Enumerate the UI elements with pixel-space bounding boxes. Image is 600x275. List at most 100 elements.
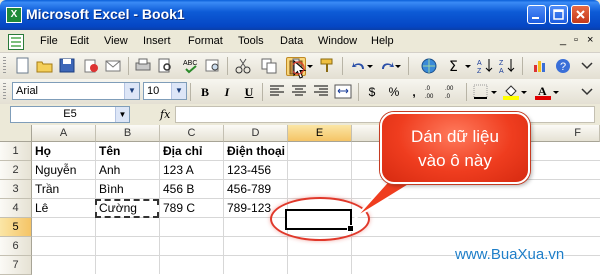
save-icon[interactable] <box>58 57 76 74</box>
workbook-icon[interactable] <box>8 34 24 50</box>
name-box[interactable]: E5 ▼ <box>10 106 130 123</box>
svg-text:?: ? <box>560 61 566 73</box>
cell-c3[interactable]: 456 B <box>161 180 194 199</box>
paste-options-arrow-icon[interactable] <box>306 57 314 74</box>
toolbar-grip[interactable] <box>3 83 6 101</box>
row-header-4[interactable]: 4 <box>0 199 32 218</box>
chevron-down-icon[interactable]: ▼ <box>171 83 186 99</box>
sort-descending-icon[interactable]: ZA <box>498 57 516 74</box>
spelling-icon[interactable]: ABC <box>182 57 200 74</box>
redo-dropdown-icon[interactable] <box>394 57 402 74</box>
help-icon[interactable]: ? <box>554 57 572 74</box>
undo-dropdown-icon[interactable] <box>366 57 374 74</box>
decrease-decimal-icon[interactable]: .00.0 <box>444 83 462 100</box>
align-right-icon[interactable] <box>312 83 330 100</box>
cell-d1[interactable]: Điện thoại <box>225 142 285 161</box>
cell-a1[interactable]: Họ <box>33 142 51 161</box>
column-header-c[interactable]: C <box>160 125 224 142</box>
excel-app-icon[interactable]: X <box>6 7 22 23</box>
email-icon[interactable] <box>104 57 122 74</box>
permission-icon[interactable] <box>82 57 100 74</box>
chart-wizard-icon[interactable] <box>532 57 550 74</box>
cell-c2[interactable]: 123 A <box>161 161 194 180</box>
row-header-1[interactable]: 1 <box>0 142 32 161</box>
cut-icon[interactable] <box>234 57 252 74</box>
hyperlink-icon[interactable] <box>420 57 438 74</box>
maximize-button[interactable] <box>549 5 568 24</box>
row-header-3[interactable]: 3 <box>0 180 32 199</box>
cell-b3[interactable]: Bình <box>97 180 124 199</box>
italic-button[interactable]: I <box>217 83 237 101</box>
select-all-corner[interactable] <box>0 125 32 142</box>
fill-color-icon[interactable] <box>502 83 520 100</box>
print-preview-icon[interactable] <box>156 57 174 74</box>
menu-insert[interactable]: Insert <box>143 35 171 47</box>
insert-function-icon[interactable]: fx <box>160 108 170 121</box>
cell-a4[interactable]: Lê <box>33 199 48 218</box>
menu-edit[interactable]: Edit <box>70 35 89 47</box>
cell-d3[interactable]: 456-789 <box>225 180 271 199</box>
research-icon[interactable] <box>204 57 222 74</box>
new-icon[interactable] <box>14 57 32 74</box>
minimize-button[interactable] <box>527 5 546 24</box>
menu-window[interactable]: Window <box>318 35 357 47</box>
font-name-combo[interactable]: Arial ▼ <box>12 82 140 100</box>
autosum-dropdown-icon[interactable] <box>464 57 472 74</box>
fill-color-dropdown-icon[interactable] <box>520 83 528 100</box>
toolbar-grip[interactable] <box>3 57 6 75</box>
column-header-a[interactable]: A <box>32 125 96 142</box>
open-icon[interactable] <box>36 57 54 74</box>
currency-button[interactable]: $ <box>362 83 382 101</box>
cell-b1[interactable]: Tên <box>97 142 120 161</box>
font-color-icon[interactable]: A <box>534 83 552 100</box>
sort-ascending-icon[interactable]: AZ <box>476 57 494 74</box>
title-bar[interactable]: X Microsoft Excel - Book1 <box>0 0 600 30</box>
cell-c1[interactable]: Địa chỉ <box>161 142 202 161</box>
cell-d4[interactable]: 789-123 <box>225 199 271 218</box>
chevron-down-icon[interactable]: ▼ <box>124 83 139 99</box>
toolbar-options-icon[interactable] <box>580 83 594 100</box>
comma-style-button[interactable]: , <box>404 83 424 101</box>
toolbar-options-icon[interactable] <box>580 57 594 74</box>
close-button[interactable] <box>571 5 590 24</box>
format-painter-icon[interactable] <box>318 57 336 74</box>
underline-button[interactable]: U <box>239 83 259 101</box>
doc-restore-button[interactable]: ▫ <box>574 34 578 46</box>
percent-button[interactable]: % <box>384 83 404 101</box>
doc-close-button[interactable]: × <box>587 34 593 46</box>
align-center-icon[interactable] <box>290 83 308 100</box>
doc-minimize-button[interactable]: _ <box>560 34 566 46</box>
autosum-icon[interactable]: Σ <box>446 57 464 74</box>
row-header-5[interactable]: 5 <box>0 218 32 237</box>
menu-file[interactable]: File <box>40 35 58 47</box>
menu-format[interactable]: Format <box>188 35 223 47</box>
bold-button[interactable]: B <box>195 83 215 101</box>
increase-decimal-icon[interactable]: .0.00 <box>424 83 442 100</box>
copy-icon[interactable] <box>260 57 278 74</box>
cell-d2[interactable]: 123-456 <box>225 161 271 180</box>
cell-a3[interactable]: Trần <box>33 180 59 199</box>
borders-dropdown-icon[interactable] <box>490 83 498 100</box>
font-color-dropdown-icon[interactable] <box>552 83 560 100</box>
row-header-6[interactable]: 6 <box>0 237 32 256</box>
font-size-combo[interactable]: 10 ▼ <box>143 82 187 100</box>
borders-icon[interactable] <box>472 83 490 100</box>
toolbar-separator <box>128 57 129 75</box>
align-left-icon[interactable] <box>268 83 286 100</box>
cell-a2[interactable]: Nguyễn <box>33 161 76 180</box>
font-size-value: 10 <box>147 85 160 97</box>
row-header-7[interactable]: 7 <box>0 256 32 275</box>
column-header-e[interactable]: E <box>288 125 352 142</box>
merge-center-icon[interactable] <box>334 83 352 100</box>
column-header-b[interactable]: B <box>96 125 160 142</box>
menu-data[interactable]: Data <box>280 35 303 47</box>
menu-view[interactable]: View <box>104 35 128 47</box>
chevron-down-icon[interactable]: ▼ <box>115 107 129 122</box>
row-header-2[interactable]: 2 <box>0 161 32 180</box>
cell-c4[interactable]: 789 C <box>161 199 195 218</box>
cell-b2[interactable]: Anh <box>97 161 120 180</box>
menu-tools[interactable]: Tools <box>238 35 264 47</box>
menu-help[interactable]: Help <box>371 35 394 47</box>
column-header-d[interactable]: D <box>224 125 288 142</box>
print-icon[interactable] <box>134 57 152 74</box>
